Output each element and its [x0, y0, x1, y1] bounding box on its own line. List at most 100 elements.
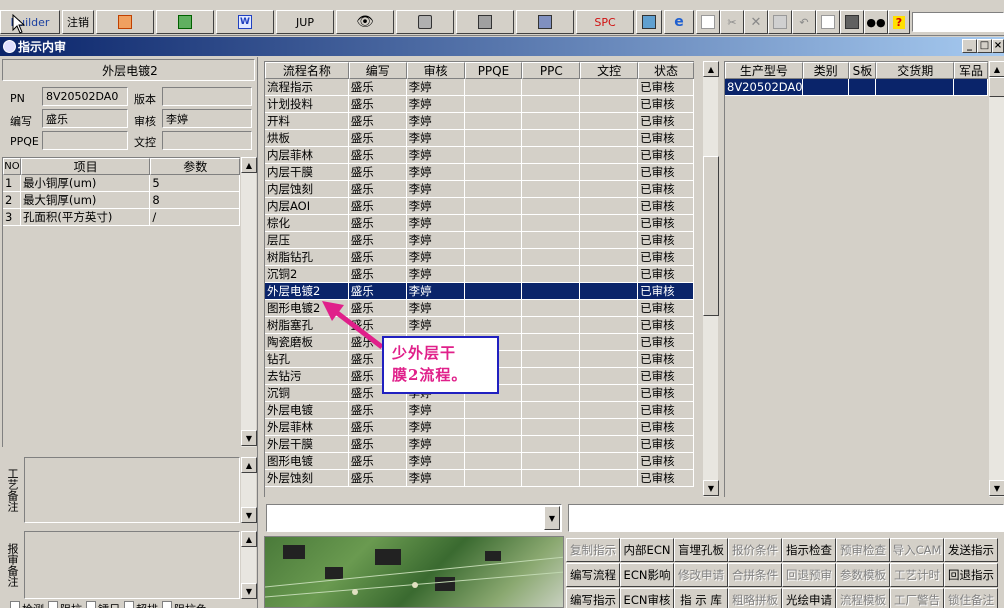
- table-row[interactable]: 2 最大铜厚(um) 8: [3, 192, 240, 209]
- column-header[interactable]: 项目: [20, 158, 151, 175]
- message-field[interactable]: [568, 504, 1004, 532]
- chevron-down-icon[interactable]: ▼: [544, 506, 560, 530]
- action-button[interactable]: 编写流程: [566, 563, 620, 587]
- toolbar-combo[interactable]: [912, 12, 1004, 32]
- action-button[interactable]: 预审检查: [836, 538, 890, 562]
- scroll-up-icon[interactable]: ▲: [241, 457, 257, 473]
- remark-scrollbar[interactable]: ▲ ▼: [240, 457, 257, 523]
- table-row[interactable]: 树脂钻孔 盛乐 李婷 已审核: [265, 249, 694, 266]
- ppqe-field[interactable]: [42, 131, 128, 150]
- jump-button[interactable]: JUP: [276, 10, 334, 34]
- scroll-down-icon[interactable]: ▼: [241, 583, 257, 599]
- action-button[interactable]: 粗略拼板: [728, 588, 782, 608]
- print-icon-button[interactable]: [840, 10, 864, 34]
- doc-control-field[interactable]: [162, 131, 252, 150]
- column-header[interactable]: 交货期: [876, 62, 955, 79]
- action-button[interactable]: 报价条件: [728, 538, 782, 562]
- table-row[interactable]: 内层菲林 盛乐 李婷 已审核: [265, 147, 694, 164]
- flow-combo[interactable]: ▼: [266, 504, 562, 532]
- column-header[interactable]: PPQE: [464, 62, 523, 79]
- ppt-icon-button[interactable]: [96, 10, 154, 34]
- column-header[interactable]: 文控: [580, 62, 639, 79]
- action-button[interactable]: 导入CAM: [890, 538, 944, 562]
- maximize-button[interactable]: □: [977, 39, 992, 53]
- option-checkbox[interactable]: 镭尺: [86, 601, 120, 608]
- action-button[interactable]: 编写指示: [566, 588, 620, 608]
- table-row[interactable]: 内层蚀刻 盛乐 李婷 已审核: [265, 181, 694, 198]
- eye-icon-button[interactable]: 👁: [336, 10, 394, 34]
- table-row[interactable]: 内层干膜 盛乐 李婷 已审核: [265, 164, 694, 181]
- undo-icon-button[interactable]: ↶: [792, 10, 816, 34]
- table-row[interactable]: 棕化 盛乐 李婷 已审核: [265, 215, 694, 232]
- scroll-thumb[interactable]: [989, 77, 1004, 97]
- builder-button[interactable]: Builder: [0, 10, 60, 34]
- help-icon-button[interactable]: ?: [888, 10, 910, 34]
- table-row[interactable]: 内层AOI 盛乐 李婷 已审核: [265, 198, 694, 215]
- flow-scrollbar[interactable]: ▲ ▼: [702, 61, 719, 497]
- preview-icon-button[interactable]: [816, 10, 840, 34]
- scroll-down-icon[interactable]: ▼: [989, 480, 1004, 496]
- action-button[interactable]: 流程模板: [836, 588, 890, 608]
- action-button[interactable]: 工厂警告: [890, 588, 944, 608]
- table-row[interactable]: 1 最小铜厚(um) 5: [3, 175, 240, 192]
- column-header[interactable]: 类别: [802, 62, 849, 79]
- column-header[interactable]: 军品: [954, 62, 988, 79]
- action-button[interactable]: 回退预审: [782, 563, 836, 587]
- table-row[interactable]: 流程指示 盛乐 李婷 已审核: [265, 79, 694, 96]
- column-header[interactable]: 参数: [150, 158, 240, 175]
- scroll-up-icon[interactable]: ▲: [703, 61, 719, 77]
- find-icon-button[interactable]: ●●: [864, 10, 888, 34]
- scroll-up-icon[interactable]: ▲: [241, 531, 257, 547]
- column-header[interactable]: 编写: [348, 62, 407, 79]
- ie-icon-button[interactable]: e: [664, 10, 694, 34]
- column-header[interactable]: 流程名称: [265, 62, 349, 79]
- version-field[interactable]: [162, 87, 252, 106]
- option-checkbox[interactable]: 超排: [124, 601, 158, 608]
- action-button[interactable]: 指示检查: [782, 538, 836, 562]
- minimize-button[interactable]: _: [962, 39, 977, 53]
- report-remark-field[interactable]: [24, 531, 240, 599]
- pn-field[interactable]: 8V20502DA0: [42, 87, 128, 106]
- refresh-icon-button[interactable]: [636, 10, 662, 34]
- close-button[interactable]: ×: [992, 39, 1004, 53]
- table-row[interactable]: 层压 盛乐 李婷 已审核: [265, 232, 694, 249]
- scroll-down-icon[interactable]: ▼: [703, 480, 719, 496]
- editor-field[interactable]: 盛乐: [42, 109, 128, 128]
- database-icon-button[interactable]: [396, 10, 454, 34]
- checkbox-box[interactable]: [162, 601, 172, 608]
- action-button[interactable]: ECN审核: [620, 588, 674, 608]
- option-checkbox[interactable]: 阻抗: [48, 601, 82, 608]
- action-button[interactable]: 参数模板: [836, 563, 890, 587]
- table-row[interactable]: 图形电镀 盛乐 李婷 已审核: [265, 453, 694, 470]
- table-row[interactable]: 烘板 盛乐 李婷 已审核: [265, 130, 694, 147]
- scroll-down-icon[interactable]: ▼: [241, 430, 257, 446]
- logout-button[interactable]: 注销: [62, 10, 94, 34]
- action-button[interactable]: 盲埋孔板: [674, 538, 728, 562]
- scroll-down-icon[interactable]: ▼: [241, 507, 257, 523]
- new-icon-button[interactable]: [696, 10, 720, 34]
- scroll-thumb[interactable]: [703, 156, 719, 316]
- printer-icon-button[interactable]: [516, 10, 574, 34]
- column-header[interactable]: 状态: [638, 62, 694, 79]
- product-scrollbar[interactable]: ▲ ▼: [988, 61, 1004, 497]
- action-button[interactable]: 锁住备注: [944, 588, 998, 608]
- action-button[interactable]: 回退指示: [944, 563, 998, 587]
- checkbox-box[interactable]: [124, 601, 134, 608]
- action-button[interactable]: 发送指示: [944, 538, 998, 562]
- table-row[interactable]: 外层蚀刻 盛乐 李婷 已审核: [265, 470, 694, 487]
- table-row[interactable]: 开料 盛乐 李婷 已审核: [265, 113, 694, 130]
- column-header[interactable]: S板: [848, 62, 877, 79]
- cut-icon-button[interactable]: ✂: [720, 10, 744, 34]
- column-header[interactable]: PPC: [522, 62, 581, 79]
- delete-icon-button[interactable]: ✕: [744, 10, 768, 34]
- column-header[interactable]: 审核: [406, 62, 465, 79]
- column-header[interactable]: 生产型号: [725, 62, 803, 79]
- action-button[interactable]: 内部ECN: [620, 538, 674, 562]
- action-button[interactable]: 合拼条件: [728, 563, 782, 587]
- table-row[interactable]: 外层干膜 盛乐 李婷 已审核: [265, 436, 694, 453]
- table-row[interactable]: 8V20502DA0: [725, 79, 988, 96]
- table-row[interactable]: 外层电镀 盛乐 李婷 已审核: [265, 402, 694, 419]
- process-remark-field[interactable]: [24, 457, 240, 523]
- network-icon-button[interactable]: [456, 10, 514, 34]
- table-row[interactable]: 外层菲林 盛乐 李婷 已审核: [265, 419, 694, 436]
